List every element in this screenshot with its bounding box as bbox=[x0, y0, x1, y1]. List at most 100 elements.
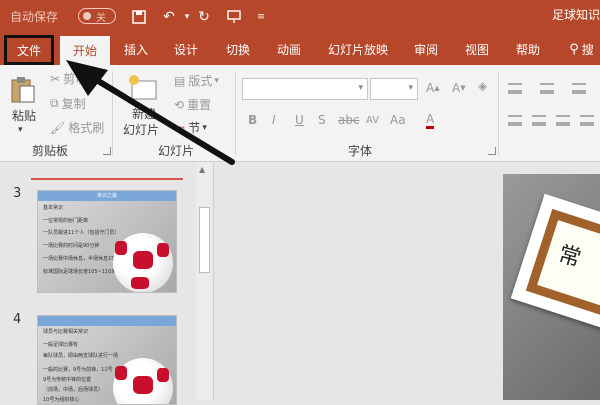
font-color-button[interactable]: A bbox=[426, 113, 435, 129]
char-spacing-button[interactable]: AV bbox=[366, 115, 379, 126]
underline-button[interactable]: U bbox=[295, 113, 304, 127]
search-icon: ⚲ bbox=[569, 41, 579, 57]
slide-thumbnail-3[interactable]: 常识之最 基本常识 一位常规的射门距离 一队员踢进11个人（包括守门员） 一场比… bbox=[37, 190, 177, 293]
undo-icon[interactable]: ↶ bbox=[160, 8, 178, 26]
copy-label: 复制 bbox=[61, 97, 86, 111]
new-slide-icon[interactable] bbox=[126, 73, 158, 101]
font-name-combo[interactable]: ▾ bbox=[242, 78, 368, 100]
cut-label: 剪切 bbox=[63, 72, 88, 86]
italic-button[interactable]: I bbox=[272, 113, 276, 127]
tab-animations[interactable]: 动画 bbox=[268, 33, 310, 65]
align-left-icon[interactable] bbox=[508, 115, 522, 126]
tab-review[interactable]: 审阅 bbox=[405, 33, 447, 65]
present-from-start-icon[interactable] bbox=[225, 8, 243, 26]
slide-number-3: 3 bbox=[13, 186, 22, 201]
autosave-toggle[interactable]: 关 bbox=[78, 8, 116, 24]
clipboard-launcher-icon[interactable] bbox=[103, 147, 111, 155]
group-label-font: 字体 bbox=[348, 144, 373, 158]
align-right-icon[interactable] bbox=[556, 115, 570, 126]
tab-view[interactable]: 视图 bbox=[456, 33, 498, 65]
scroll-up-icon[interactable]: ▲ bbox=[199, 165, 205, 174]
reset-icon: ⟲ bbox=[174, 97, 185, 112]
tab-transitions[interactable]: 切换 bbox=[217, 33, 259, 65]
reset-label: 重置 bbox=[187, 98, 212, 112]
separator bbox=[235, 71, 236, 155]
thumb-line: 基本常识 bbox=[43, 205, 64, 211]
thumb-line: 9号为传统中锋的位置 bbox=[43, 377, 92, 383]
paste-dropdown-icon[interactable]: ▾ bbox=[18, 125, 23, 135]
reset-button[interactable]: ⟲ 重置 bbox=[174, 96, 211, 113]
layout-icon: ▤ bbox=[174, 73, 186, 88]
decrease-indent-icon[interactable] bbox=[572, 83, 586, 94]
toggle-label: 关 bbox=[96, 12, 106, 24]
bold-button[interactable]: B bbox=[248, 113, 257, 127]
tab-slideshow[interactable]: 幻灯片放映 bbox=[322, 33, 394, 65]
change-case-button[interactable]: Aa bbox=[390, 113, 406, 127]
title-bar: 自动保存 关 ↶ ▾ ↻ ≡ 足球知识 bbox=[0, 0, 600, 33]
thumb-line: 一位常规的射门距离 bbox=[43, 218, 89, 224]
paste-icon[interactable] bbox=[10, 75, 38, 105]
thumbnail-scrollbar[interactable] bbox=[196, 162, 212, 400]
format-painter-label: 格式刷 bbox=[68, 121, 105, 135]
thumb-header: 常识之最 bbox=[38, 191, 176, 201]
separator bbox=[112, 71, 113, 155]
scrollbar-thumb[interactable] bbox=[199, 207, 210, 273]
grow-font-icon[interactable]: A ▲ bbox=[426, 81, 440, 95]
copy-button[interactable]: ⧉ 复制 bbox=[50, 95, 86, 112]
ribbon-tabs: 文件 开始 插入 设计 切换 动画 幻灯片放映 审阅 视图 帮助 ⚲ 搜 bbox=[0, 33, 600, 65]
slide-number-4: 4 bbox=[13, 312, 22, 327]
tab-home[interactable]: 开始 bbox=[60, 36, 110, 65]
thumb-line: （前场，中场，后场球员） bbox=[43, 387, 104, 393]
customize-toolbar-icon[interactable]: ≡ bbox=[252, 8, 270, 26]
thumb-header bbox=[38, 316, 176, 326]
toggle-knob bbox=[83, 12, 91, 20]
align-center-icon[interactable] bbox=[532, 115, 546, 126]
clear-formatting-icon[interactable]: ◈ bbox=[478, 79, 487, 93]
font-size-dropdown-icon: ▾ bbox=[408, 83, 413, 93]
section-label: 节 bbox=[188, 121, 201, 135]
strikethrough-button[interactable]: abc bbox=[338, 113, 360, 127]
tab-file[interactable]: 文件 bbox=[4, 35, 54, 65]
cut-icon: ✂ bbox=[50, 71, 61, 86]
copy-icon: ⧉ bbox=[50, 96, 59, 110]
slide-thumbnail-4[interactable]: 球员与比赛相关常识 一般足球比赛有 每队球员，即由两支球队进行一场 一般的比赛，… bbox=[37, 315, 177, 405]
thumb-line: 球员与比赛相关常识 bbox=[43, 329, 89, 335]
soccer-ball-image bbox=[113, 358, 173, 404]
undo-dropdown-icon[interactable]: ▾ bbox=[178, 8, 196, 26]
new-slide-label-1[interactable]: 新建 bbox=[132, 105, 156, 122]
paste-button[interactable]: 粘贴 bbox=[12, 107, 36, 124]
tab-design[interactable]: 设计 bbox=[165, 33, 207, 65]
section-icon: ▭ bbox=[174, 120, 186, 135]
insertion-line bbox=[31, 178, 183, 180]
font-launcher-icon[interactable] bbox=[488, 147, 496, 155]
thumb-line: 一场比赛的时间是90分钟 bbox=[43, 243, 100, 249]
bullets-icon[interactable] bbox=[508, 83, 522, 94]
autosave-label: 自动保存 bbox=[10, 10, 59, 24]
new-slide-label-2[interactable]: 幻灯片 bbox=[123, 121, 159, 138]
redo-icon[interactable]: ↻ bbox=[195, 8, 213, 26]
font-name-dropdown-icon: ▾ bbox=[358, 83, 363, 93]
save-icon[interactable] bbox=[130, 8, 148, 26]
thumb-line: 一般足球比赛有 bbox=[43, 342, 79, 348]
tab-help[interactable]: 帮助 bbox=[507, 33, 549, 65]
format-painter-button[interactable]: 🖌 格式刷 bbox=[50, 119, 104, 136]
font-size-combo[interactable]: ▾ bbox=[370, 78, 418, 100]
section-button[interactable]: ▭ 节 ▾ bbox=[174, 119, 207, 136]
layout-label: 版式 bbox=[188, 74, 213, 88]
layout-dropdown-icon: ▾ bbox=[214, 75, 219, 86]
group-label-clipboard: 剪贴板 bbox=[32, 144, 69, 158]
thumb-line: 每队球员，即由两支球队进行一场 bbox=[43, 353, 119, 359]
shrink-font-icon[interactable]: A ▼ bbox=[452, 81, 466, 95]
separator bbox=[498, 71, 499, 155]
group-label-slides: 幻灯片 bbox=[158, 144, 195, 158]
cut-button[interactable]: ✂ 剪切 bbox=[50, 70, 87, 87]
shadow-button[interactable]: S bbox=[318, 113, 326, 127]
soccer-ball-image bbox=[113, 233, 173, 292]
document-title: 足球知识 bbox=[551, 8, 600, 22]
justify-icon[interactable] bbox=[580, 115, 594, 126]
ribbon-home: 粘贴 ▾ ✂ 剪切 ⧉ 复制 🖌 格式刷 剪贴板 新建 幻灯片 ▤ 版式 ▾ ⟲ 重置 ▭ 节… bbox=[0, 65, 600, 162]
layout-button[interactable]: ▤ 版式 ▾ bbox=[174, 72, 219, 89]
tell-me-search[interactable]: ⚲ 搜 bbox=[563, 33, 600, 65]
numbering-icon[interactable] bbox=[540, 83, 554, 94]
tab-insert[interactable]: 插入 bbox=[115, 33, 157, 65]
